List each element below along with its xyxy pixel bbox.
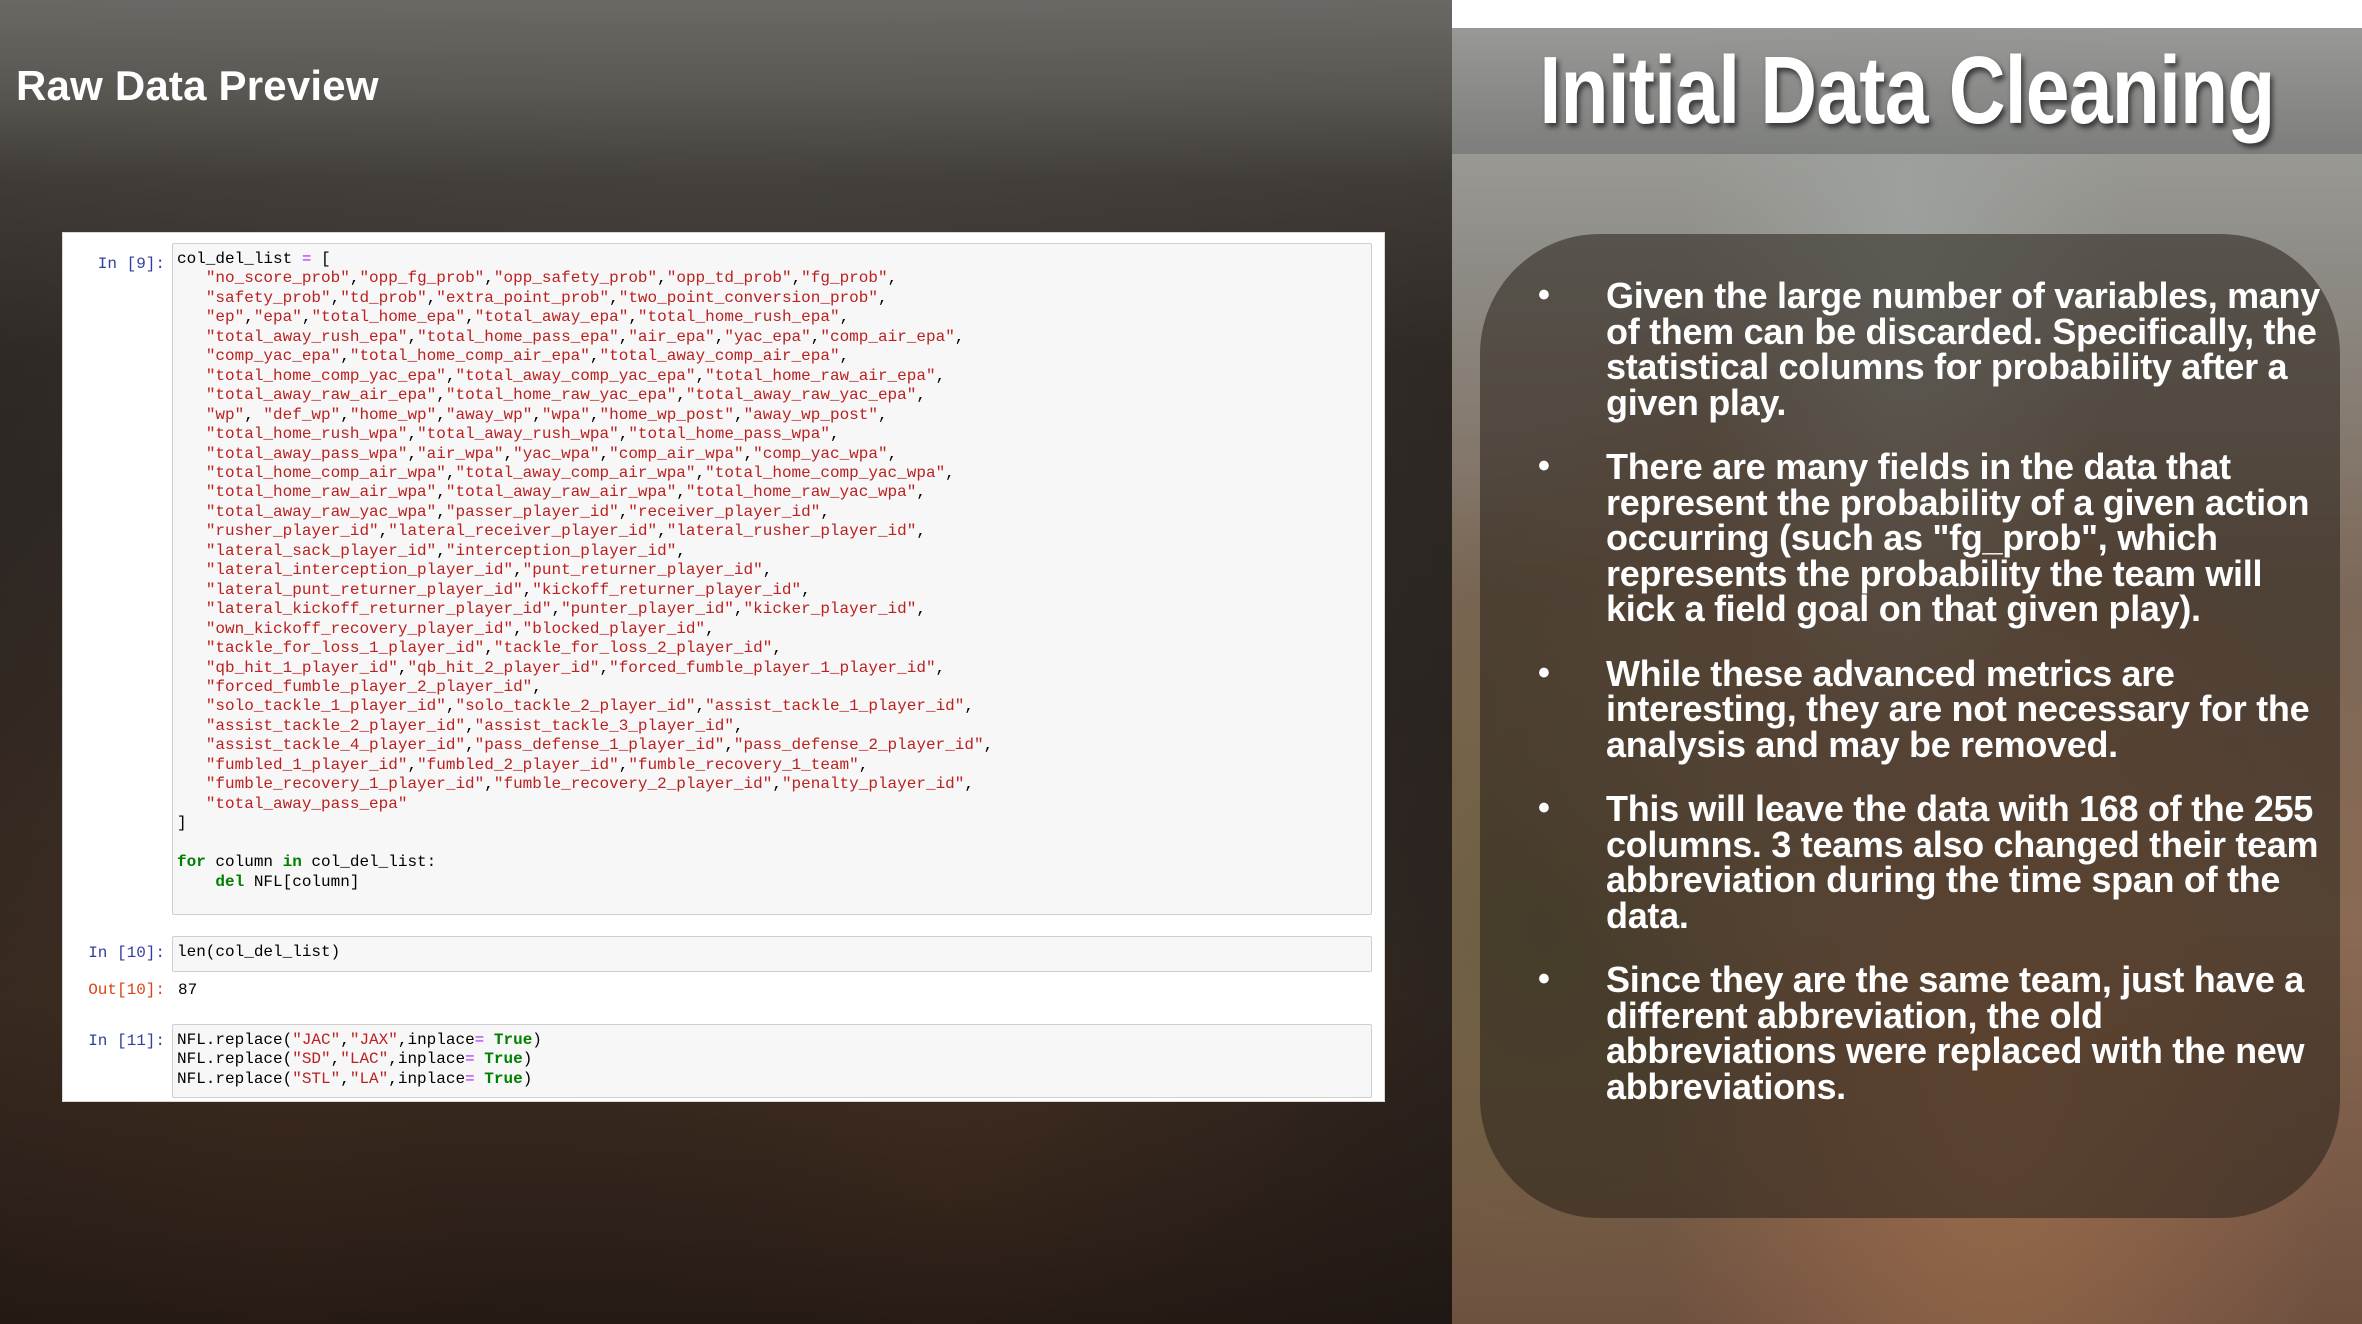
bullet-item: • Given the large number of variables, ma… xyxy=(1528,275,2328,423)
bullet-dot-icon: • xyxy=(1538,653,1550,692)
code-input[interactable]: NFL.replace("JAC","JAX",inplace= True) N… xyxy=(172,1024,1372,1098)
bullet-item: • Since they are the same team, just have… xyxy=(1528,959,2328,1107)
left-section-title: Raw Data Preview xyxy=(16,62,379,109)
output-text: 87 xyxy=(178,981,198,999)
bullet-dot-icon: • xyxy=(1538,789,1550,827)
slide-title: Initial Data Cleaning xyxy=(1539,37,2275,144)
bullet-list: • Given the large number of variables, ma… xyxy=(1528,275,2328,1133)
bullet-text: Since they are the same team, just have … xyxy=(1606,959,2305,1107)
top-strip xyxy=(1452,0,2362,28)
input-prompt: In [9]: xyxy=(97,255,165,273)
output-prompt: Out[10]: xyxy=(88,981,165,999)
code-text: col_del_list = [ "no_score_prob","opp_fg… xyxy=(177,250,994,891)
bullet-text: While these advanced metrics are interes… xyxy=(1606,652,2310,765)
bullet-item: • This will leave the data with 168 of th… xyxy=(1528,788,2328,936)
bullet-item: • There are many fields in the data that … xyxy=(1528,446,2328,629)
notebook-screenshot: In [9]: col_del_list = [ "no_score_prob"… xyxy=(63,233,1384,1101)
bullet-item: • While these advanced metrics are intere… xyxy=(1528,652,2328,765)
bullet-dot-icon: • xyxy=(1538,276,1550,314)
code-input[interactable]: len(col_del_list) xyxy=(172,936,1372,972)
input-prompt: In [11]: xyxy=(88,1032,165,1050)
bullet-dot-icon: • xyxy=(1538,447,1550,485)
code-text: len(col_del_list) xyxy=(177,943,341,961)
code-cell-10: In [10]: len(col_del_list) Out[10]: 87 xyxy=(63,936,1384,999)
code-input[interactable]: col_del_list = [ "no_score_prob","opp_fg… xyxy=(172,243,1372,915)
bullet-text: There are many fields in the data that r… xyxy=(1606,446,2310,629)
code-cell-9: In [9]: col_del_list = [ "no_score_prob"… xyxy=(63,243,1384,915)
code-text: NFL.replace("JAC","JAX",inplace= True) N… xyxy=(177,1031,542,1088)
code-cell-11: In [11]: NFL.replace("JAC","JAX",inplace… xyxy=(63,1024,1384,1098)
bullet-text: Given the large number of variables, man… xyxy=(1606,275,2320,423)
bullet-text: This will leave the data with 168 of the… xyxy=(1606,788,2319,936)
bullet-dot-icon: • xyxy=(1538,960,1550,998)
input-prompt: In [10]: xyxy=(88,944,165,962)
